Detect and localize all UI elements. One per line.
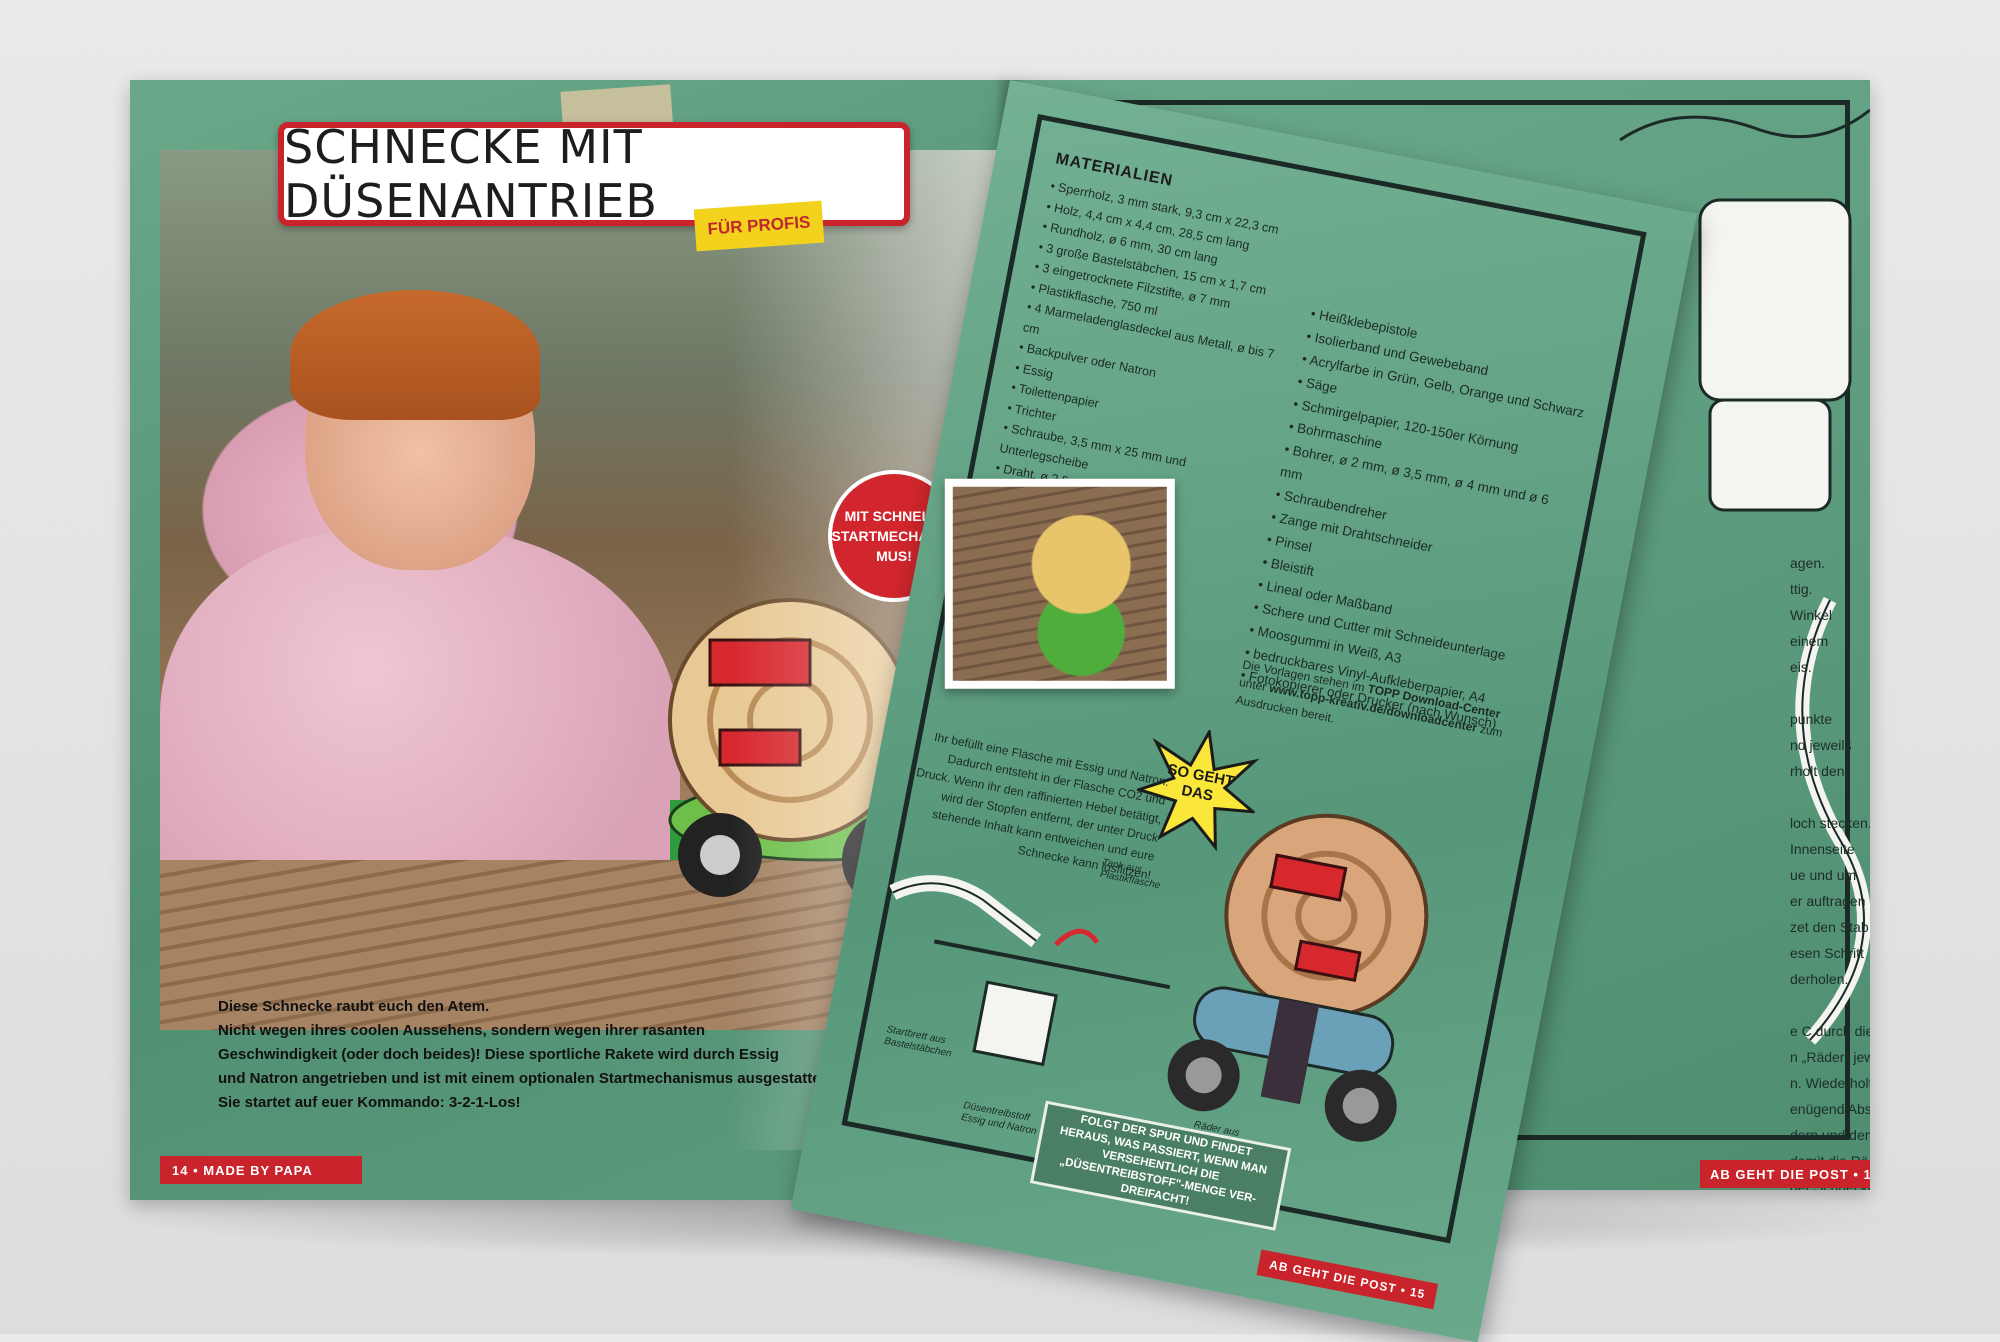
page-17-line: loch stecken. <box>1790 815 1870 831</box>
page-17-line: rholt den <box>1790 763 1845 779</box>
page-17-line: enügend Abstand <box>1790 1101 1870 1117</box>
page-17-line: esen Schritt <box>1790 945 1864 961</box>
page-15-footer: AB GEHT DIE POST • 15 <box>1256 1249 1439 1310</box>
page-17-line: er auftragen <box>1790 893 1866 909</box>
page-17-line: ttig. <box>1790 581 1813 597</box>
page-17-line: einem <box>1790 633 1829 649</box>
page-17-line: nd jeweils <box>1790 737 1852 753</box>
page-17-line: derholen. <box>1790 971 1849 987</box>
page-17-line: ue und um <box>1790 867 1857 883</box>
page-17-line <box>1790 992 1870 1018</box>
page-17-line: n „Räder" jeweils <box>1790 1049 1870 1065</box>
page-17-line: Winkel <box>1790 607 1833 623</box>
page-17-line: agen. <box>1790 555 1826 571</box>
download-note-text: unter <box>1238 674 1271 695</box>
page-17-line <box>1790 784 1870 810</box>
page-17-line: eis. <box>1790 659 1812 675</box>
page-17-line: punkte <box>1790 711 1833 727</box>
page-14-footer: 14 • MADE BY PAPA <box>160 1156 362 1184</box>
page-17-line: dern und dem <box>1790 1127 1870 1143</box>
inset-photo <box>944 478 1175 689</box>
boy-hair <box>290 290 540 420</box>
page-17-text: agen. ttig. Winkel einem eis. punkte nd jewei… <box>1790 550 1870 1190</box>
magazine-spread: agen. ttig. Winkel einem eis. punkte nd jewei… <box>130 80 1900 1342</box>
page-17-line: e C durch die <box>1790 1023 1870 1039</box>
page-17-line: zet den Stab <box>1790 919 1869 935</box>
page-17-line: Innenseite <box>1790 841 1855 857</box>
page-17-line: n. Wiederholt <box>1790 1075 1870 1091</box>
page-17-line <box>1790 680 1870 706</box>
difficulty-badge: FÜR PROFIS <box>693 200 825 252</box>
inset-photo-image <box>952 486 1167 681</box>
materials-list-left: Sperrholz, 3 mm stark, 9,3 cm x 22,3 cmH… <box>994 176 1318 529</box>
page-17-footer: AB GEHT DIE POST • 17 <box>1700 1160 1870 1188</box>
